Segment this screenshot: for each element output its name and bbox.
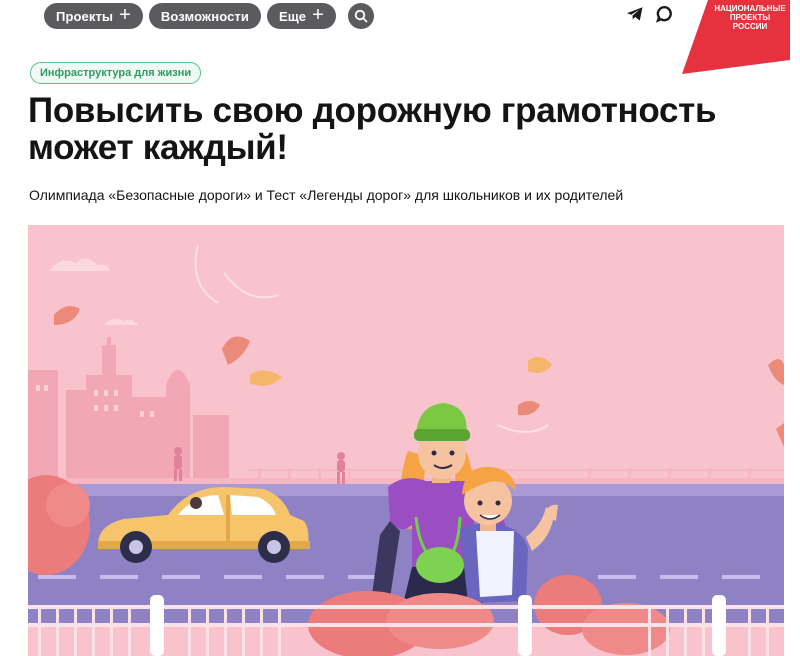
plus-icon: + bbox=[312, 4, 324, 26]
plus-icon: + bbox=[119, 4, 131, 26]
logo-line-2: ПРОЕКТЫ bbox=[729, 13, 771, 22]
more-label: Еще bbox=[278, 8, 307, 24]
social-links bbox=[626, 5, 674, 23]
chat-bubble-icon[interactable] bbox=[656, 5, 674, 23]
features-menu-button[interactable]: Возможности bbox=[148, 3, 261, 29]
main-nav: Проекты + Возможности Еще + bbox=[44, 3, 374, 29]
search-icon bbox=[354, 9, 368, 23]
hero-illustration bbox=[28, 225, 784, 656]
autumn-road-family-illustration bbox=[28, 225, 784, 656]
logo-line-1: НАЦИОНАЛЬНЫЕ bbox=[714, 4, 786, 13]
telegram-icon[interactable] bbox=[626, 6, 644, 22]
logo-text: НАЦИОНАЛЬНЫЕ ПРОЕКТЫ РОССИИ bbox=[712, 4, 788, 31]
features-label: Возможности bbox=[160, 8, 249, 24]
page-subtitle: Олимпиада «Безопасные дороги» и Тест «Ле… bbox=[29, 187, 624, 203]
projects-menu-button[interactable]: Проекты + bbox=[44, 3, 143, 29]
more-menu-button[interactable]: Еще + bbox=[266, 3, 336, 29]
page-title: Повысить свою дорожную грамотность может… bbox=[28, 91, 717, 167]
category-tag[interactable]: Инфраструктура для жизни bbox=[30, 62, 202, 84]
logo-line-3: РОССИИ bbox=[732, 22, 768, 31]
projects-label: Проекты bbox=[56, 8, 114, 24]
search-button[interactable] bbox=[347, 3, 374, 29]
